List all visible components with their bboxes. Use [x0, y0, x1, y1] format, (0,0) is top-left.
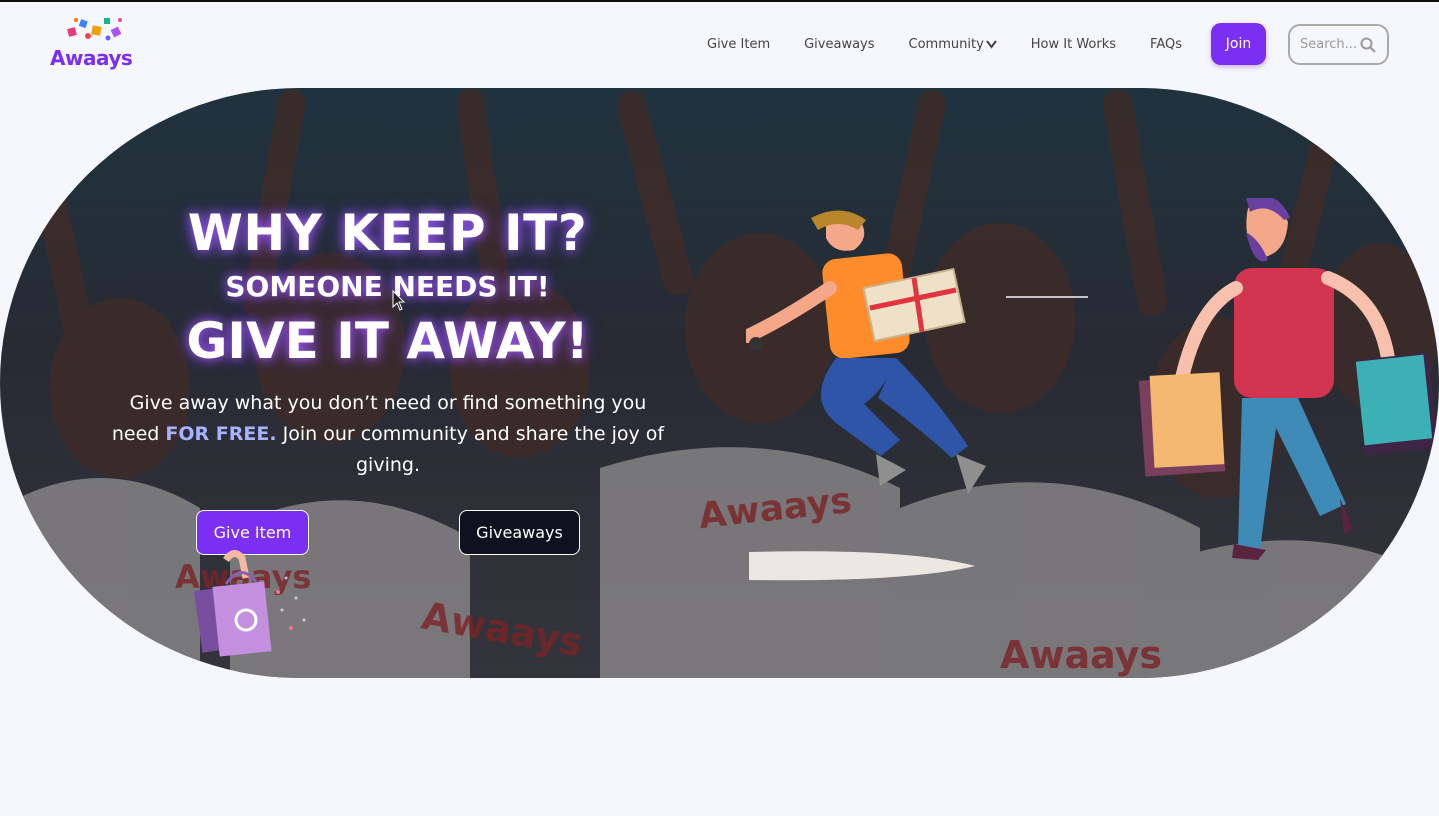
- nav-community-label: Community: [908, 36, 984, 52]
- search-input[interactable]: [1300, 37, 1358, 52]
- join-button[interactable]: Join: [1211, 23, 1266, 65]
- chevron-down-icon: [985, 40, 997, 49]
- hero-description-part2: Join our community and share the joy of …: [276, 423, 665, 476]
- headline-give-it-away: GIVE IT AWAY!: [186, 312, 589, 370]
- running-woman-illustration: [746, 210, 986, 494]
- speed-line: [1006, 296, 1088, 298]
- hero-description: Give away what you don’t need or find so…: [108, 388, 668, 481]
- nav-giveaways[interactable]: Giveaways: [804, 37, 874, 52]
- nav-give-item[interactable]: Give Item: [707, 37, 770, 52]
- search-box: [1288, 24, 1389, 65]
- shopping-bags-illustration: [193, 550, 306, 657]
- navbar: Awaays Give Item Giveaways Community How…: [0, 2, 1439, 86]
- man-with-bags-illustration: [1138, 198, 1438, 560]
- giveaways-button[interactable]: Giveaways: [459, 510, 580, 555]
- mouse-cursor-icon: [392, 290, 406, 311]
- nav-how-it-works[interactable]: How It Works: [1031, 37, 1116, 52]
- confetti-icon: [67, 18, 122, 41]
- brand-name: Awaays: [50, 46, 133, 70]
- nav-community[interactable]: Community: [909, 37, 997, 52]
- headline-why-keep-it: WHY KEEP IT?: [187, 204, 588, 262]
- headline-someone-needs-it: SOMEONE NEEDS IT!: [225, 270, 550, 303]
- for-free-highlight: FOR FREE.: [165, 423, 277, 445]
- nav-links: Give Item Giveaways Community How It Wor…: [690, 2, 1199, 86]
- nav-faqs[interactable]: FAQs: [1150, 37, 1182, 52]
- hero-section: Awaays Awaays Awaays Awaays WHY KEEP IT?…: [0, 88, 1439, 678]
- search-icon[interactable]: [1360, 37, 1376, 53]
- brand-logo[interactable]: Awaays: [50, 16, 133, 70]
